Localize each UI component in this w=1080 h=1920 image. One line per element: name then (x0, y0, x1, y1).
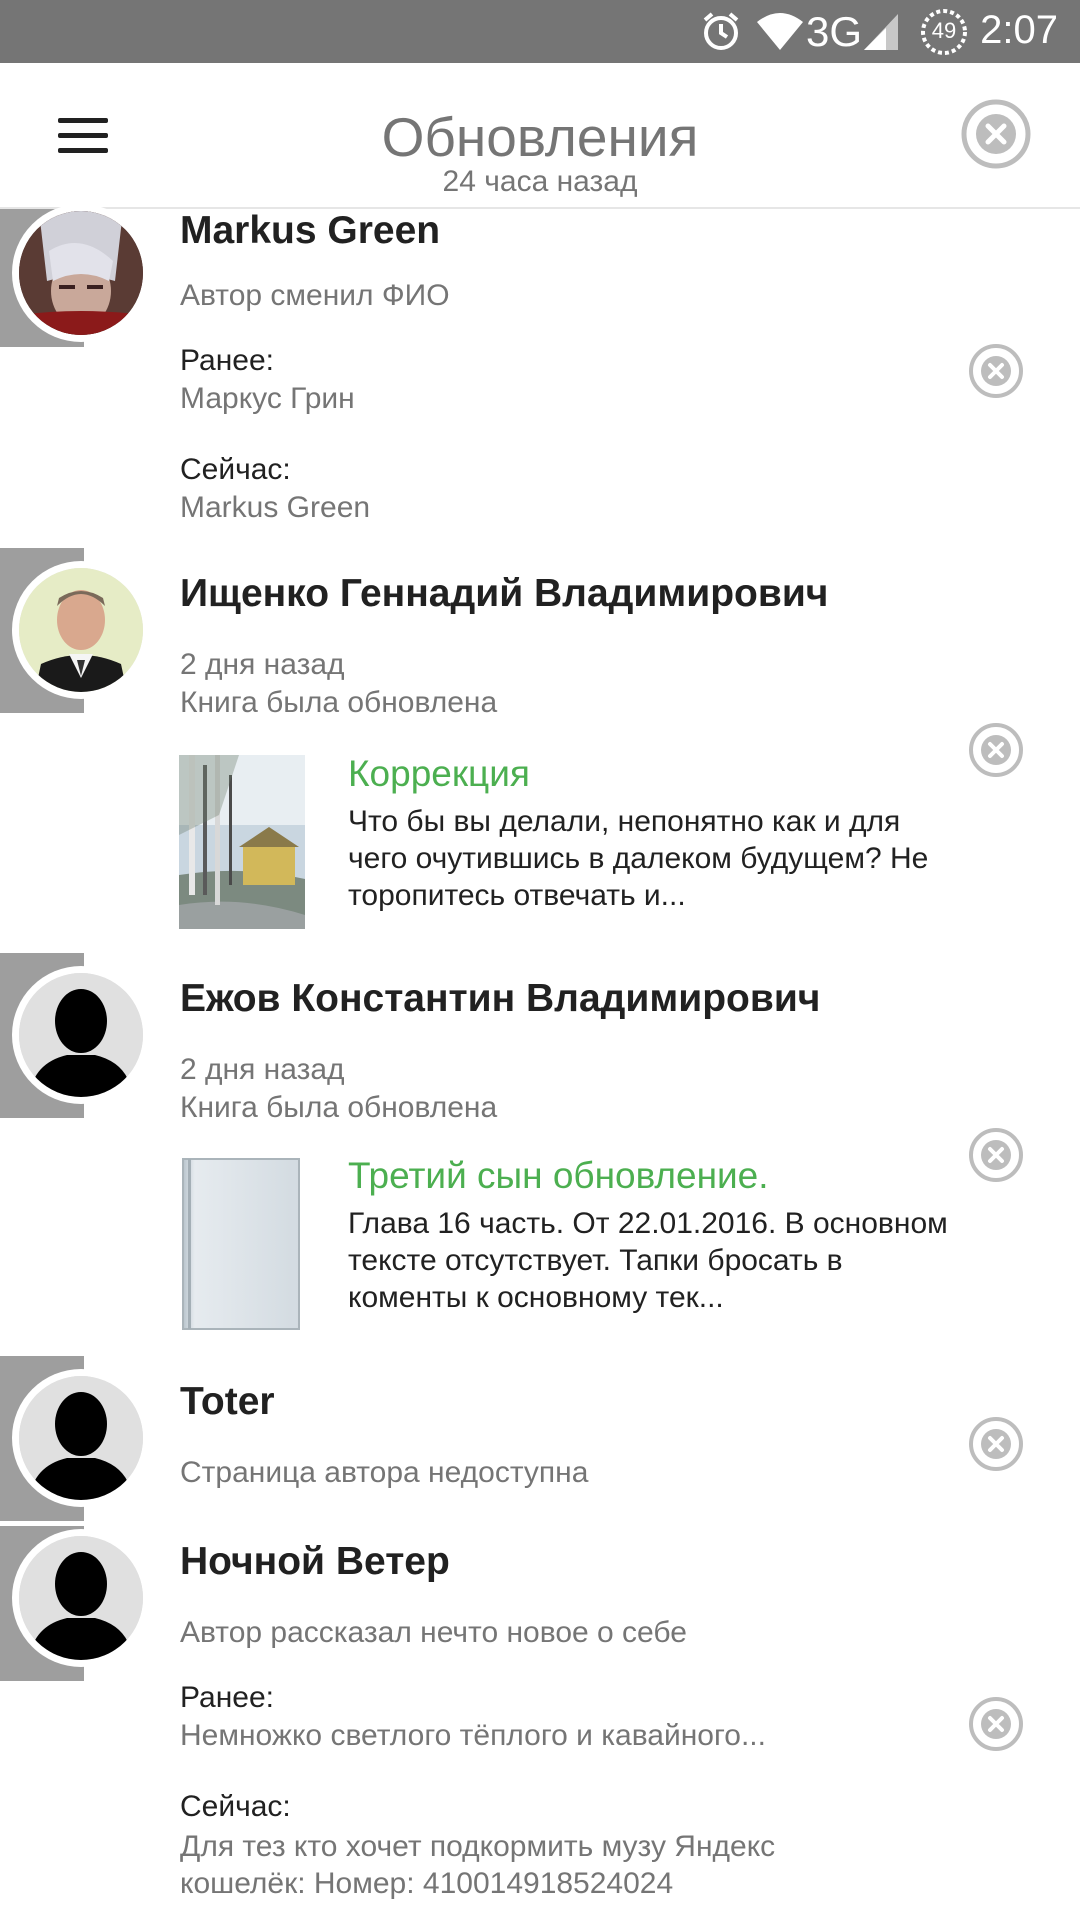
battery-icon: 49 (920, 8, 968, 56)
update-time: 2 дня назад (180, 648, 345, 681)
avatar-placeholder-icon[interactable] (19, 1376, 143, 1500)
author-name[interactable]: Ночной Ветер (180, 1540, 450, 1584)
close-circle-icon[interactable] (960, 98, 1032, 170)
book-title[interactable]: Третий сын обновление. (348, 1155, 769, 1197)
page-title: Обновления (381, 106, 699, 168)
network-type-label: 3G (806, 8, 863, 55)
wifi-icon (757, 13, 803, 50)
alarm-icon (703, 12, 739, 50)
update-status: Книга была обновлена (180, 1091, 498, 1124)
feed-item[interactable]: Ночной Ветер Автор рассказал нечто новое… (0, 1526, 1080, 1920)
now-label: Сейчас: (180, 453, 291, 486)
status-bar: 3G 49 2:07 (0, 0, 1080, 63)
update-status: Автор сменил ФИО (180, 279, 450, 312)
update-time: 2 дня назад (180, 1053, 345, 1086)
book-cover[interactable] (182, 1158, 300, 1330)
author-name[interactable]: Markus Green (180, 209, 440, 253)
feed-item[interactable]: Toter Страница автора недоступна (0, 1356, 1080, 1521)
now-value: Markus Green (180, 491, 371, 524)
book-title[interactable]: Коррекция (348, 753, 530, 795)
update-status: Автор рассказал нечто новое о себе (180, 1616, 687, 1649)
avatar-frame (12, 966, 150, 1104)
dismiss-icon[interactable] (968, 1127, 1024, 1183)
before-value: Маркус Грин (180, 382, 355, 415)
dismiss-icon[interactable] (968, 1416, 1024, 1472)
avatar-placeholder-icon[interactable] (19, 1536, 143, 1660)
signal-icon (864, 14, 898, 50)
dismiss-icon[interactable] (968, 343, 1024, 399)
page-subtitle: 24 часа назад (442, 165, 638, 198)
author-name[interactable]: Toter (180, 1380, 275, 1424)
avatar-frame (12, 204, 150, 342)
feed-item[interactable]: Ищенко Геннадий Владимирович 2 дня назад… (0, 548, 1080, 929)
avatar-placeholder-icon[interactable] (19, 973, 143, 1097)
avatar[interactable] (19, 211, 143, 335)
update-status: Страница автора недоступна (180, 1456, 589, 1489)
avatar-frame (12, 561, 150, 699)
before-label: Ранее: (180, 344, 274, 377)
book-description: Что бы вы делали, непонятно как и для че… (348, 805, 929, 912)
battery-level: 49 (931, 18, 957, 43)
book-description: Глава 16 часть. От 22.01.2016. В основно… (348, 1207, 948, 1314)
author-name[interactable]: Ищенко Геннадий Владимирович (180, 572, 828, 616)
avatar-frame (12, 1529, 150, 1667)
avatar[interactable] (19, 568, 143, 692)
dismiss-icon[interactable] (968, 722, 1024, 778)
book-cover[interactable] (179, 755, 305, 929)
avatar-frame (12, 1369, 150, 1507)
now-value: Для тез кто хочет подкормить музу Яндекс… (180, 1830, 776, 1900)
now-label: Сейчас: (180, 1790, 291, 1823)
feed-item[interactable]: Markus Green Автор сменил ФИО Ранее: Мар… (0, 204, 1080, 539)
feed-item[interactable]: Ежов Константин Владимирович 2 дня назад… (0, 953, 1080, 1333)
status-time: 2:07 (980, 8, 1058, 52)
update-status: Книга была обновлена (180, 686, 498, 719)
author-name[interactable]: Ежов Константин Владимирович (180, 977, 820, 1021)
app-header: Обновления 24 часа назад (0, 63, 1080, 209)
dismiss-icon[interactable] (968, 1696, 1024, 1752)
before-value: Немножко светлого тёплого и кавайного... (180, 1719, 766, 1752)
before-label: Ранее: (180, 1681, 274, 1714)
